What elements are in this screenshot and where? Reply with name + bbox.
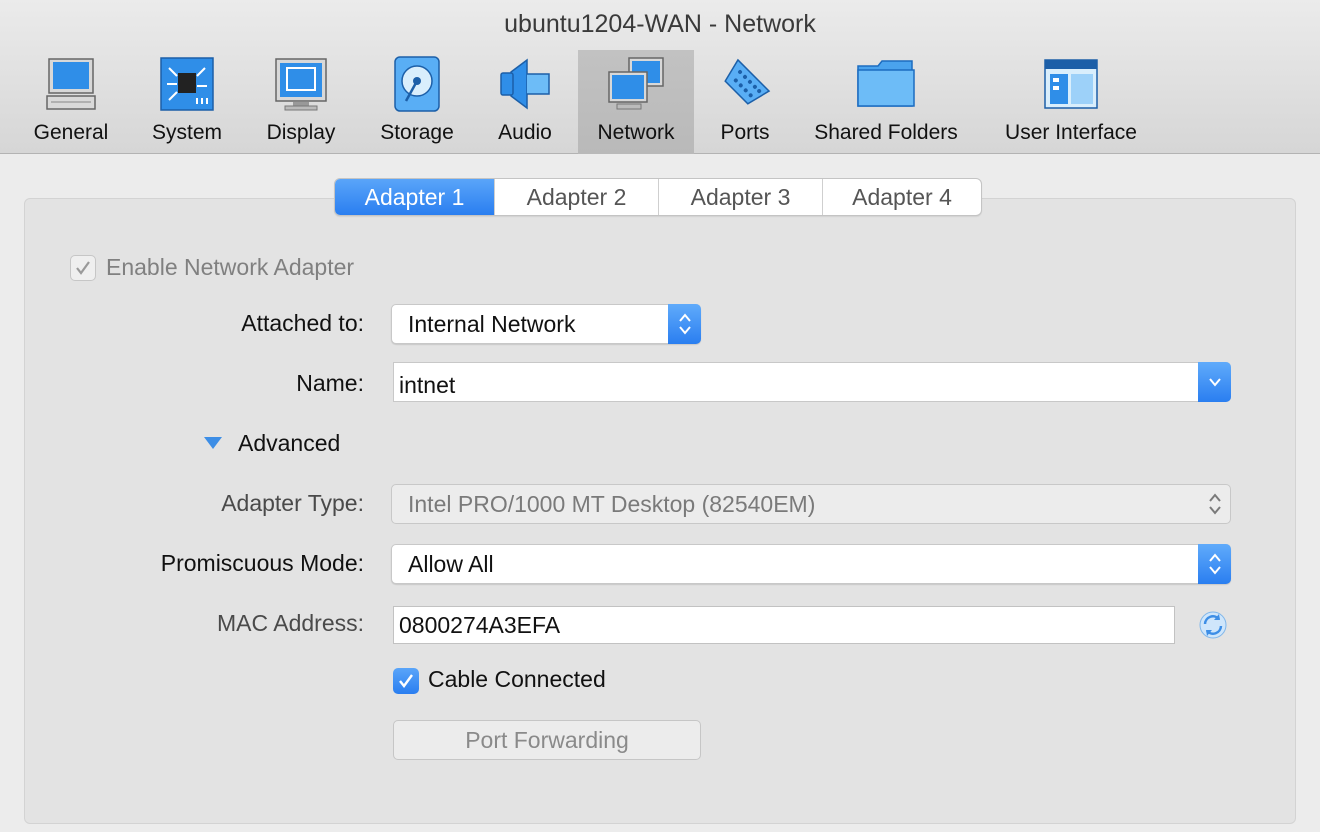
disk-icon	[387, 54, 447, 114]
tab-adapter-2[interactable]: Adapter 2	[495, 179, 659, 215]
toolbar-item-label: Shared Folders	[814, 121, 958, 144]
adapter-type-value: Intel PRO/1000 MT Desktop (82540EM)	[408, 491, 816, 517]
cable-connected-checkbox[interactable]	[393, 668, 419, 694]
toolbar-item-label: Display	[266, 121, 336, 144]
toolbar-item-shared-folders[interactable]: Shared Folders	[806, 50, 966, 154]
attached-to-select[interactable]: Internal Network	[391, 304, 701, 344]
toolbar-item-user-interface[interactable]: User Interface	[1000, 50, 1142, 154]
toolbar-item-label: Storage	[380, 121, 454, 144]
toolbar-item-network[interactable]: Network	[578, 50, 694, 154]
disclosure-triangle-icon[interactable]	[203, 435, 223, 456]
toolbar-item-label: User Interface	[1005, 121, 1137, 144]
up-down-arrows-icon	[668, 304, 701, 344]
promiscuous-mode-select[interactable]: Allow All	[391, 544, 1231, 584]
refresh-icon[interactable]	[1197, 609, 1229, 646]
serial-port-icon	[715, 54, 775, 114]
cable-connected-label: Cable Connected	[428, 666, 606, 692]
toolbar-item-general[interactable]: General	[26, 50, 116, 154]
speaker-icon	[495, 54, 555, 114]
window-layout-icon	[1041, 54, 1101, 114]
toolbar-item-label: Ports	[720, 121, 770, 144]
advanced-label[interactable]: Advanced	[238, 430, 340, 457]
mac-address-label: MAC Address:	[217, 610, 364, 636]
toolbar-item-label: Network	[597, 121, 675, 144]
up-down-arrows-icon	[1198, 544, 1231, 584]
tab-adapter-1[interactable]: Adapter 1	[335, 179, 495, 215]
promiscuous-mode-label: Promiscuous Mode:	[160, 550, 364, 576]
adapter-tabs: Adapter 1 Adapter 2 Adapter 3 Adapter 4	[334, 178, 982, 216]
chevron-down-icon[interactable]	[1198, 362, 1231, 402]
adapter-type-select[interactable]: Intel PRO/1000 MT Desktop (82540EM)	[391, 484, 1231, 524]
folder-icon	[856, 54, 916, 114]
enable-adapter-label: Enable Network Adapter	[106, 254, 355, 280]
name-value: intnet	[399, 372, 456, 398]
toolbar-item-audio[interactable]: Audio	[490, 50, 560, 154]
toolbar-item-system[interactable]: System	[144, 50, 230, 154]
name-label: Name:	[296, 370, 364, 396]
tab-adapter-3[interactable]: Adapter 3	[659, 179, 823, 215]
window-toolbar: ubuntu1204-WAN - Network General System …	[0, 0, 1320, 154]
toolbar-item-label: General	[33, 121, 109, 144]
attached-to-label: Attached to:	[241, 310, 364, 336]
adapter-type-label: Adapter Type:	[221, 490, 364, 516]
toolbar-item-ports[interactable]: Ports	[708, 50, 782, 154]
port-forwarding-button[interactable]: Port Forwarding	[393, 720, 701, 760]
checkmark-icon	[399, 674, 413, 688]
display-icon	[271, 54, 331, 114]
checkmark-icon	[76, 261, 90, 275]
window-title: ubuntu1204-WAN - Network	[504, 10, 816, 38]
monitor-icon	[41, 54, 101, 114]
toolbar-item-label: Audio	[498, 121, 552, 144]
mac-address-field[interactable]: 0800274A3EFA	[393, 606, 1175, 644]
name-combobox[interactable]: intnet	[393, 362, 1231, 402]
tab-adapter-4[interactable]: Adapter 4	[823, 179, 981, 215]
up-down-arrows-icon	[1198, 484, 1231, 524]
enable-adapter-checkbox[interactable]	[70, 255, 96, 281]
chip-icon	[157, 54, 217, 114]
toolbar-item-label: System	[151, 121, 222, 144]
promiscuous-mode-value: Allow All	[408, 551, 494, 577]
network-icon	[606, 54, 666, 114]
attached-to-value: Internal Network	[408, 311, 576, 337]
toolbar-item-storage[interactable]: Storage	[372, 50, 462, 154]
toolbar-item-display[interactable]: Display	[258, 50, 344, 154]
